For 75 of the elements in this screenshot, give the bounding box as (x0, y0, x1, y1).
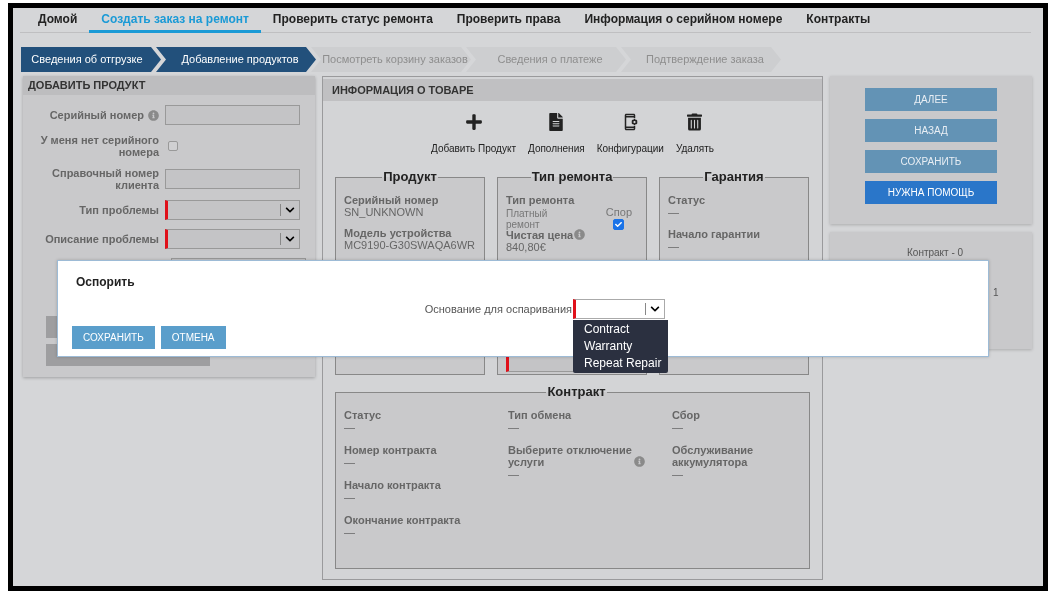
field-value: — (344, 421, 356, 434)
nav-tab[interactable]: Информация о серийном номере (572, 8, 795, 33)
field-label: Описание проблемы (45, 233, 159, 245)
field-label: Справочный номер клиента (51, 167, 159, 191)
field-label: Начало гарантии (668, 228, 760, 240)
section-title: Продукт (382, 170, 438, 184)
step-tab[interactable]: Добавление продуктов (156, 47, 316, 72)
info-icon (574, 229, 586, 240)
contract-count-title: Контракт - 0 (907, 246, 965, 260)
input-field[interactable] (165, 169, 300, 189)
field-label: Обслуживание аккумулятора (672, 444, 755, 468)
field-value: SN_UNKNOWN (344, 206, 425, 219)
toolbar-action[interactable]: Дополнения (528, 111, 585, 156)
field-label: Тип проблемы (79, 204, 159, 216)
field-label: Модель устройства (344, 227, 452, 239)
field-value: — (668, 240, 680, 253)
field-label: Окончание контракта (344, 514, 461, 526)
step-tab[interactable]: Сведения об отгрузке (21, 47, 161, 72)
chevron-down-icon (285, 234, 295, 244)
dropdown-field[interactable] (165, 200, 300, 220)
info-icon (634, 456, 645, 467)
chevron-down-icon (650, 304, 660, 314)
info-icon (148, 109, 159, 121)
toolbar-action[interactable]: Удалять (675, 111, 714, 156)
dropdown-field[interactable] (165, 229, 300, 249)
panel-header: ИНФОРМАЦИЯ О ТОВАРЕ (323, 79, 822, 101)
field-value: — (344, 526, 356, 539)
nav-tab[interactable]: Контракты (794, 8, 883, 33)
dialog-title: Оспорить (76, 274, 136, 289)
nav-tab[interactable]: Домой (26, 8, 90, 33)
field-label: Начало контракта (344, 479, 441, 491)
field-label: Выберите отключение услуги (508, 444, 633, 468)
field-value: — (668, 206, 680, 219)
field-label: Чистая цена (506, 229, 574, 241)
field-value: MC9190-G30SWAQA6WR (344, 239, 476, 252)
field-label: Серийный номер (49, 109, 144, 121)
field-value: Платный ремонт (506, 208, 549, 230)
field-label: Спор (605, 206, 632, 218)
field-label: Номер контракта (344, 444, 437, 456)
contract-count: 1 (993, 286, 1000, 300)
field-label: Статус (668, 194, 706, 206)
dropdown-option[interactable]: Contract (584, 321, 668, 338)
field-label: Статус (344, 409, 382, 421)
document-icon (548, 113, 565, 131)
dropdown-option[interactable]: Repeat Repair (584, 355, 668, 372)
field-label: Серийный номер (344, 194, 439, 206)
section-title: Гарантия (703, 170, 765, 184)
field-label: Тип обмена (508, 409, 572, 421)
trash-icon (687, 113, 703, 131)
nav-tab[interactable]: Проверить права (444, 8, 573, 33)
toolbar-action[interactable]: Конфигурации (596, 111, 664, 156)
dropdown-field[interactable] (573, 299, 665, 319)
field-label: Основание для оспаривания (424, 301, 572, 317)
field-value: — (508, 421, 520, 434)
input-field[interactable] (165, 105, 300, 125)
chevron-down-icon (285, 205, 295, 215)
field-value: — (508, 468, 520, 481)
field-label: Сбор (672, 409, 701, 421)
nav-tab[interactable]: Проверить статус ремонта (260, 8, 445, 33)
section-title: Тип ремонта (530, 170, 614, 184)
field-value: — (344, 491, 356, 504)
dropdown-option[interactable]: Warranty (584, 338, 668, 355)
field-value: — (344, 456, 356, 469)
field-label: Тип ремонта (506, 194, 576, 206)
section-title: Контракт (546, 385, 607, 399)
field-value: — (672, 421, 684, 434)
panel-header: ДОБАВИТЬ ПРОДУКТ (23, 76, 315, 95)
field-value: — (672, 468, 684, 481)
checkbox[interactable] (168, 141, 178, 151)
plus-icon (464, 113, 483, 131)
action-button[interactable]: НУЖНА ПОМОЩЬ (865, 181, 997, 204)
toolbar-action[interactable]: Добавить Продукт (431, 111, 516, 156)
field-value: 840,80€ (506, 241, 547, 254)
checkbox[interactable] (613, 219, 625, 230)
field-label: У меня нет серийного номера (39, 134, 159, 158)
